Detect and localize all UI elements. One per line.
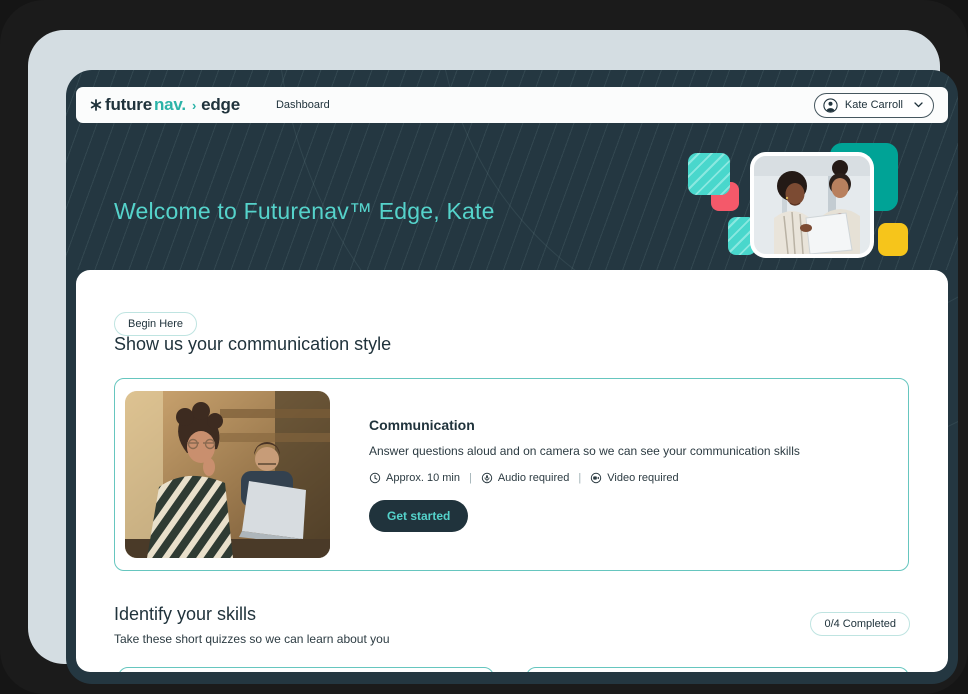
- quiz-card[interactable]: [118, 667, 494, 672]
- logo-text-future: future: [105, 95, 152, 115]
- communication-photo: [125, 391, 330, 558]
- communication-card: Communication Answer questions aloud and…: [114, 378, 909, 571]
- audio-icon: [481, 472, 493, 484]
- meta-duration-label: Approx. 10 min: [386, 472, 460, 484]
- logo-text-nav: nav.: [154, 95, 186, 115]
- welcome-heading: Welcome to Futurenav™ Edge, Kate: [114, 198, 495, 225]
- logo-text-edge: edge: [201, 95, 240, 115]
- hero-collage-photo: [750, 152, 874, 258]
- futurenav-logo[interactable]: futurenav. › edge: [90, 95, 240, 115]
- meta-video-label: Video required: [607, 472, 678, 484]
- device-frame: futurenav. › edge Dashboard Kate Carroll: [0, 0, 968, 694]
- card-meta-row: Approx. 10 min |: [369, 472, 888, 484]
- collage-yellow-square: [878, 223, 908, 256]
- user-avatar-icon: [823, 98, 838, 113]
- card-description: Answer questions aloud and on camera so …: [369, 444, 888, 458]
- quiz-card[interactable]: [526, 667, 909, 672]
- communication-card-body: Communication Answer questions aloud and…: [369, 417, 888, 532]
- identify-skills-section-header: Identify your skills Take these short qu…: [114, 604, 910, 646]
- chevron-down-icon: [914, 102, 923, 108]
- meta-audio: Audio required: [481, 472, 570, 484]
- card-title: Communication: [369, 417, 888, 433]
- section-skills-title: Identify your skills: [114, 604, 390, 625]
- asterisk-icon: [90, 99, 102, 111]
- get-started-button[interactable]: Get started: [369, 500, 468, 532]
- app-page: futurenav. › edge Dashboard Kate Carroll: [66, 70, 958, 684]
- nav-dashboard-link[interactable]: Dashboard: [276, 99, 330, 111]
- progress-badge: 0/4 Completed: [810, 612, 910, 636]
- meta-separator: |: [469, 472, 472, 484]
- user-menu-button[interactable]: Kate Carroll: [814, 93, 934, 118]
- section-communication-title: Show us your communication style: [114, 334, 391, 355]
- meta-separator: |: [578, 472, 581, 484]
- meta-audio-label: Audio required: [498, 472, 570, 484]
- section-skills-subtitle: Take these short quizzes so we can learn…: [114, 632, 390, 646]
- meta-duration: Approx. 10 min: [369, 472, 460, 484]
- user-name-label: Kate Carroll: [845, 99, 903, 111]
- logo-separator: ›: [192, 98, 196, 113]
- content-panel: Begin Here Show us your communication st…: [76, 270, 948, 672]
- browser-bezel: futurenav. › edge Dashboard Kate Carroll: [28, 30, 940, 664]
- video-icon: [590, 472, 602, 484]
- meta-video: Video required: [590, 472, 678, 484]
- begin-here-badge: Begin Here: [114, 312, 197, 336]
- clock-icon: [369, 472, 381, 484]
- collage-striped-square: [688, 153, 730, 195]
- top-navbar: futurenav. › edge Dashboard Kate Carroll: [76, 87, 948, 123]
